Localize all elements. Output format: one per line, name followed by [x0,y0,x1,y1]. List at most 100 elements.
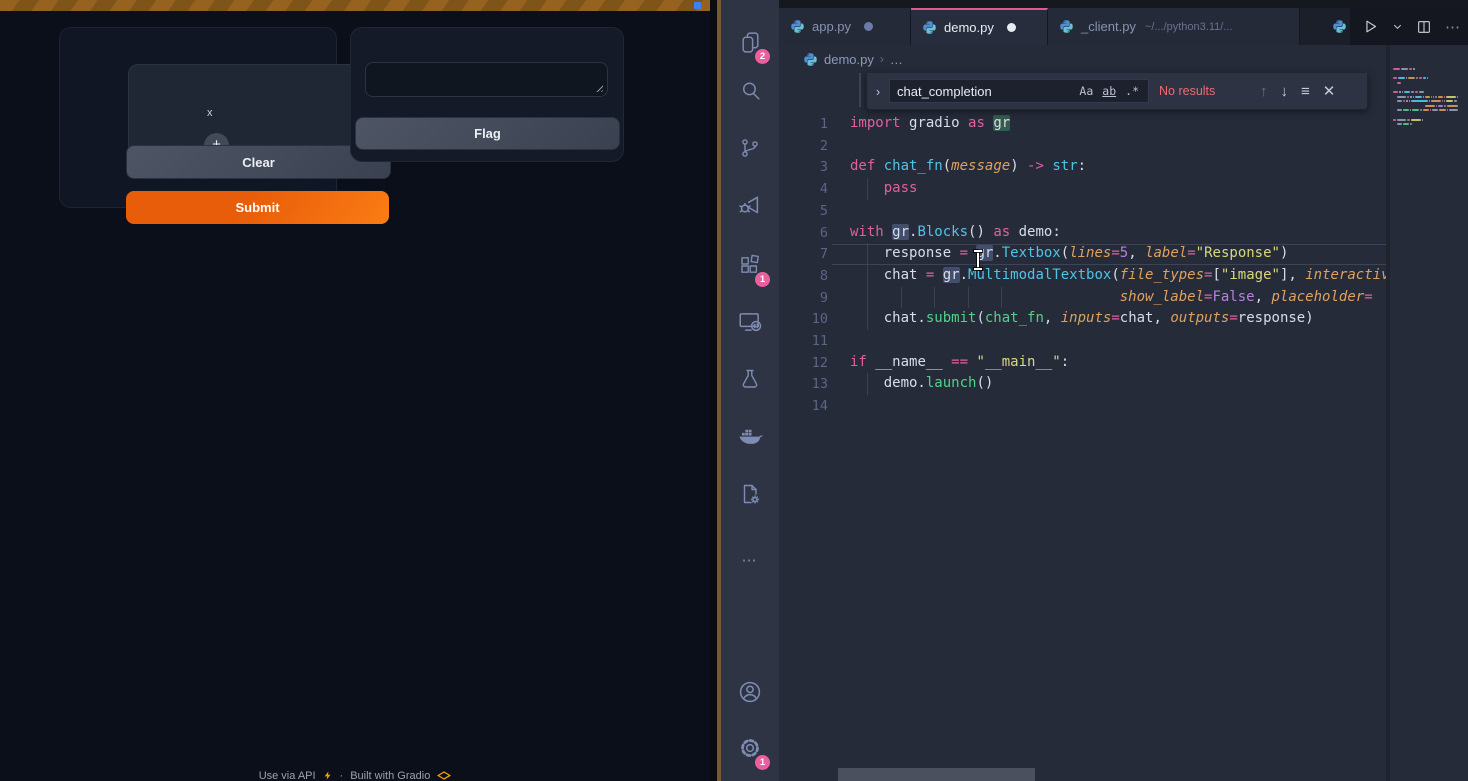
code-line[interactable]: chat.submit(chat_fn, inputs=chat, output… [850,308,1386,330]
horizontal-scrollbar[interactable] [838,768,1035,781]
editor-actions: ⋯ [1350,8,1468,45]
code-token: submit [926,310,977,326]
bolt-icon [323,770,333,781]
activity-item-more[interactable]: ⋯ [721,536,779,584]
toggle-replace-chevron-icon[interactable]: › [867,84,889,99]
code-line[interactable]: chat = gr.MultimodalTextbox(file_types=[… [850,265,1386,287]
input-group: x + Clear Submit [59,27,337,208]
overview-ruler[interactable] [1458,45,1468,781]
minimap-line [1397,109,1402,111]
activity-item-cmake-tools[interactable] [721,470,779,518]
code-token: chat. [850,310,926,326]
minimap-line [1399,91,1401,93]
activity-item-run-debug[interactable] [721,182,779,230]
activity-item-account[interactable] [721,668,779,716]
code-line[interactable]: if __name__ == "__main__": [850,352,1386,374]
modified-dot-icon[interactable] [864,22,873,31]
activity-item-testing[interactable] [721,355,779,403]
minimap-line [1413,96,1414,98]
minimap-line [1397,96,1406,98]
code-token: 5 [1120,245,1128,261]
activity-item-remote-explorer[interactable] [721,298,779,346]
code-token: inputs [1061,310,1112,326]
code-token: MultimodalTextbox [968,267,1111,283]
match-case-icon[interactable]: Aa [1079,84,1093,98]
find-input[interactable]: chat_completion Aa ab .* [889,79,1149,103]
minimap-line [1398,77,1405,79]
minimap-line [1406,77,1407,79]
close-find-button[interactable]: ✕ [1323,82,1336,100]
code-line[interactable]: pass [850,178,1386,200]
find-query-text[interactable]: chat_completion [897,84,1079,99]
tab-_clientpy[interactable]: _client.py~/.../python3.11/... [1048,8,1300,45]
code-token: [ [1212,267,1220,283]
code-line[interactable]: with gr.Blocks() as demo: [850,222,1386,244]
minimap-line [1447,105,1458,107]
code-line[interactable] [850,395,1386,417]
tab-label: _client.py [1081,19,1136,34]
code-line[interactable]: show_label=False, placeholder= [850,287,1386,309]
minimap-line [1444,100,1445,102]
minimap-line [1420,109,1422,111]
output-textarea[interactable] [365,62,608,97]
code-token: Blocks [917,224,968,240]
minimap-line [1432,109,1438,111]
tab-demopy[interactable]: demo.py [911,8,1048,45]
tab-label: demo.py [944,20,994,35]
code-line[interactable]: import gradio as gr [850,113,1386,135]
submit-button[interactable]: Submit [126,191,389,224]
code-line[interactable]: demo.launch() [850,373,1386,395]
minimap[interactable] [1390,60,1458,781]
window-gap [710,0,717,781]
breadcrumb[interactable]: demo.py › … [779,45,1386,73]
line-number: 4 [779,181,828,197]
minimap-line [1431,100,1441,102]
find-in-selection-button[interactable]: ≡ [1301,83,1310,100]
activity-item-docker[interactable] [721,413,779,461]
find-widget-sash[interactable] [859,73,861,107]
code-line[interactable]: response = gr.Textbox(lines=5, label="Re… [850,243,1386,265]
code-line[interactable] [850,330,1386,352]
code-line[interactable] [850,200,1386,222]
flag-button[interactable]: Flag [355,117,620,150]
code-line[interactable]: def chat_fn(message) -> str: [850,156,1386,178]
minimap-line [1403,109,1409,111]
modified-dot-icon[interactable] [1007,23,1016,32]
activity-item-explorer[interactable]: 2 [721,18,779,66]
run-python-file-button[interactable] [1362,18,1379,35]
minimap-line [1409,68,1412,70]
activity-item-extensions[interactable]: 1 [721,241,779,289]
code-token: () [976,375,993,391]
more-icon: ⋯ [742,551,759,570]
use-via-api-link[interactable]: Use via API [259,770,316,781]
next-match-button[interactable]: ↓ [1281,83,1289,100]
activity-item-source-control[interactable] [721,124,779,172]
line-number: 14 [779,398,828,414]
tab-apppy[interactable]: app.py [779,8,911,45]
code-token: placeholder [1271,289,1364,305]
breadcrumb-file[interactable]: demo.py [824,52,874,67]
regex-icon[interactable]: .* [1125,84,1139,98]
activity-item-settings[interactable]: 1 [721,724,779,772]
previous-match-button[interactable]: ↑ [1260,83,1268,100]
code-token: == [951,354,976,370]
built-with-gradio-link[interactable]: Built with Gradio [350,770,430,781]
code-token: = [1229,310,1237,326]
resize-handle-icon[interactable] [594,83,603,92]
minimap-line [1442,100,1443,102]
line-number: 1 [779,116,828,132]
breadcrumb-symbol[interactable]: … [890,52,903,67]
activity-item-search[interactable] [721,66,779,114]
code-line[interactable] [850,135,1386,157]
run-dropdown-chevron-icon[interactable] [1392,21,1403,32]
code-token: interactive [1305,267,1386,283]
more-actions-button[interactable]: ⋯ [1445,18,1462,36]
split-editor-button[interactable] [1416,19,1432,35]
code-token: ( [976,310,984,326]
minimap-line [1446,100,1453,102]
code-token: as [968,115,993,131]
minimap-line [1449,109,1458,111]
code-token: : [1061,354,1069,370]
code-token: as [993,224,1018,240]
whole-word-icon[interactable]: ab [1102,84,1116,98]
